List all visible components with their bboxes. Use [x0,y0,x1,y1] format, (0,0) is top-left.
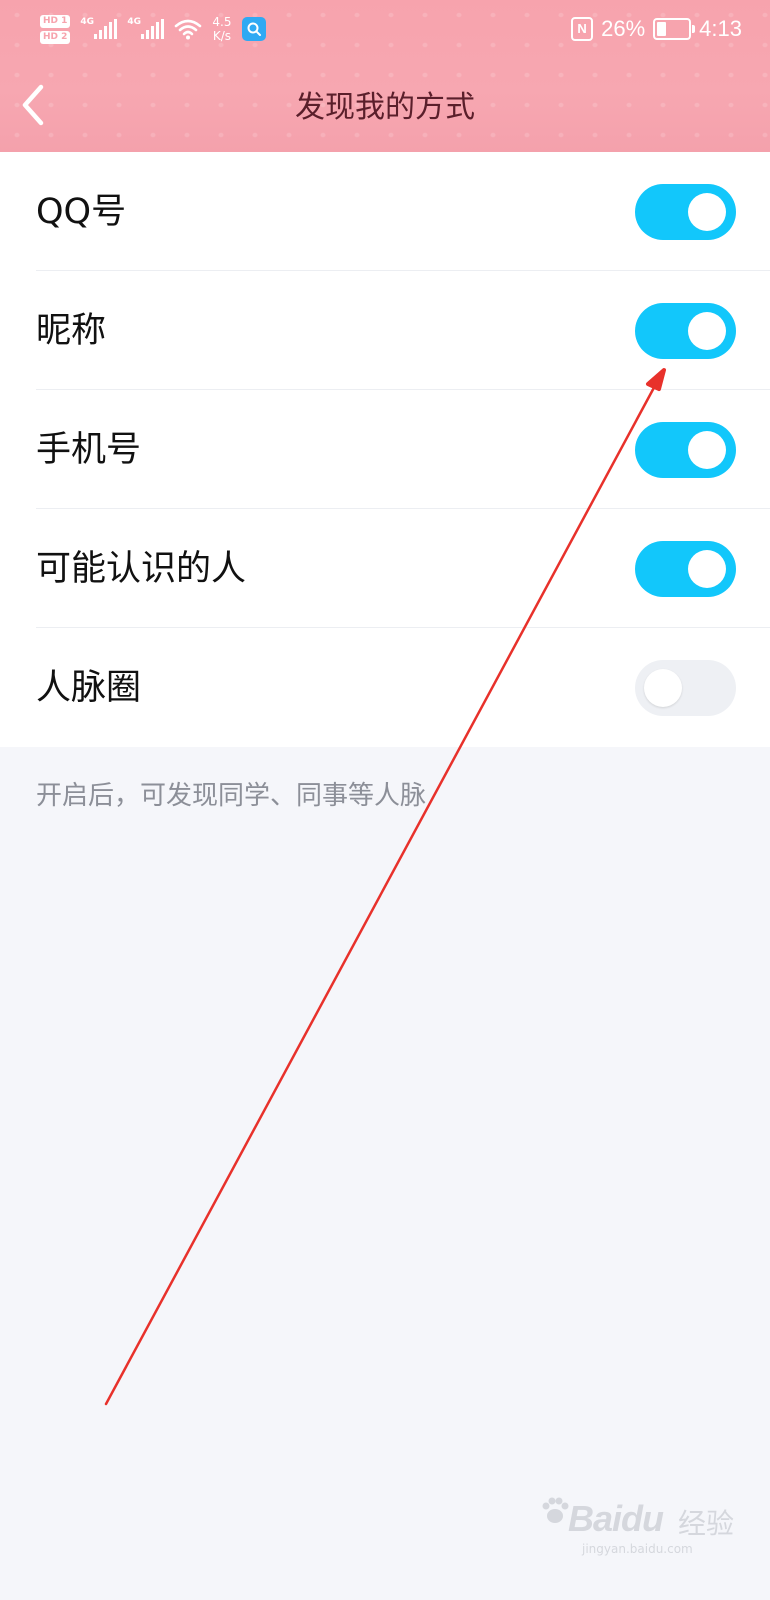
status-right: N 26% 4:13 [571,8,742,50]
network-speed: 4.5 K/s [212,15,231,43]
watermark-suffix: 经验 [678,1507,735,1540]
hd1-badge: HD 1 [40,14,71,28]
header: HD 1 HD 2 4G 4G 4.5 K/s N 26% 4:13 发现我的方… [0,0,770,152]
speed-value: 4.5 [212,15,232,29]
speed-unit: K/s [212,29,232,43]
setting-label: 手机号 [36,430,142,470]
battery-icon [653,18,696,40]
wifi-icon [175,19,202,40]
status-bar: HD 1 HD 2 4G 4G 4.5 K/s N 26% 4:13 [0,0,770,58]
qq-number-toggle[interactable] [635,184,736,240]
watermark-brand: Baidu [568,1498,664,1540]
clock: 4:13 [699,16,742,41]
people-you-may-know-toggle[interactable] [635,541,736,597]
settings-list: QQ号 昵称 手机号 可能认识的人 人脉圈 [0,152,770,747]
toggle-knob [688,193,726,231]
battery-percent: 26% [601,16,646,41]
search-app-icon [241,17,266,41]
setting-row-network-circle: 人脉圈 [0,628,770,747]
setting-label: 人脉圈 [36,668,142,708]
nickname-toggle[interactable] [635,303,736,359]
toggle-knob [688,312,726,350]
watermark-brand-part2: du [621,1498,664,1539]
watermark-brand-part1: Bai [568,1498,622,1539]
toggle-knob [644,669,682,707]
net2-label: 4G [127,17,142,27]
signal-1-icon: 4G [80,17,118,39]
setting-row-phone: 手机号 [0,390,770,509]
nav-bar: 发现我的方式 [0,58,770,152]
status-left: HD 1 HD 2 4G 4G 4.5 K/s [40,8,266,50]
toggle-knob [688,431,726,469]
setting-label: 可能认识的人 [36,549,247,589]
baidu-watermark: Baidu 经验 jingyan.baidu.com [540,1490,740,1560]
hd2-badge: HD 2 [40,30,71,44]
watermark-url: jingyan.baidu.com [582,1542,693,1556]
setting-row-nickname: 昵称 [0,271,770,390]
setting-row-qq-number: QQ号 [0,152,770,271]
setting-label: 昵称 [36,311,107,351]
hint-text: 开启后，可发现同学、同事等人脉 [36,781,427,811]
network-circle-toggle[interactable] [635,660,736,716]
nfc-icon: N [571,17,594,41]
signal-2-icon: 4G [127,17,165,39]
phone-toggle[interactable] [635,422,736,478]
toggle-knob [688,550,726,588]
setting-row-people-you-may-know: 可能认识的人 [0,509,770,628]
paw-logo-icon [542,1497,569,1523]
net1-label: 4G [80,17,95,27]
setting-label: QQ号 [36,192,127,232]
hd-indicators: HD 1 HD 2 [40,14,71,44]
page-title: 发现我的方式 [295,90,475,125]
